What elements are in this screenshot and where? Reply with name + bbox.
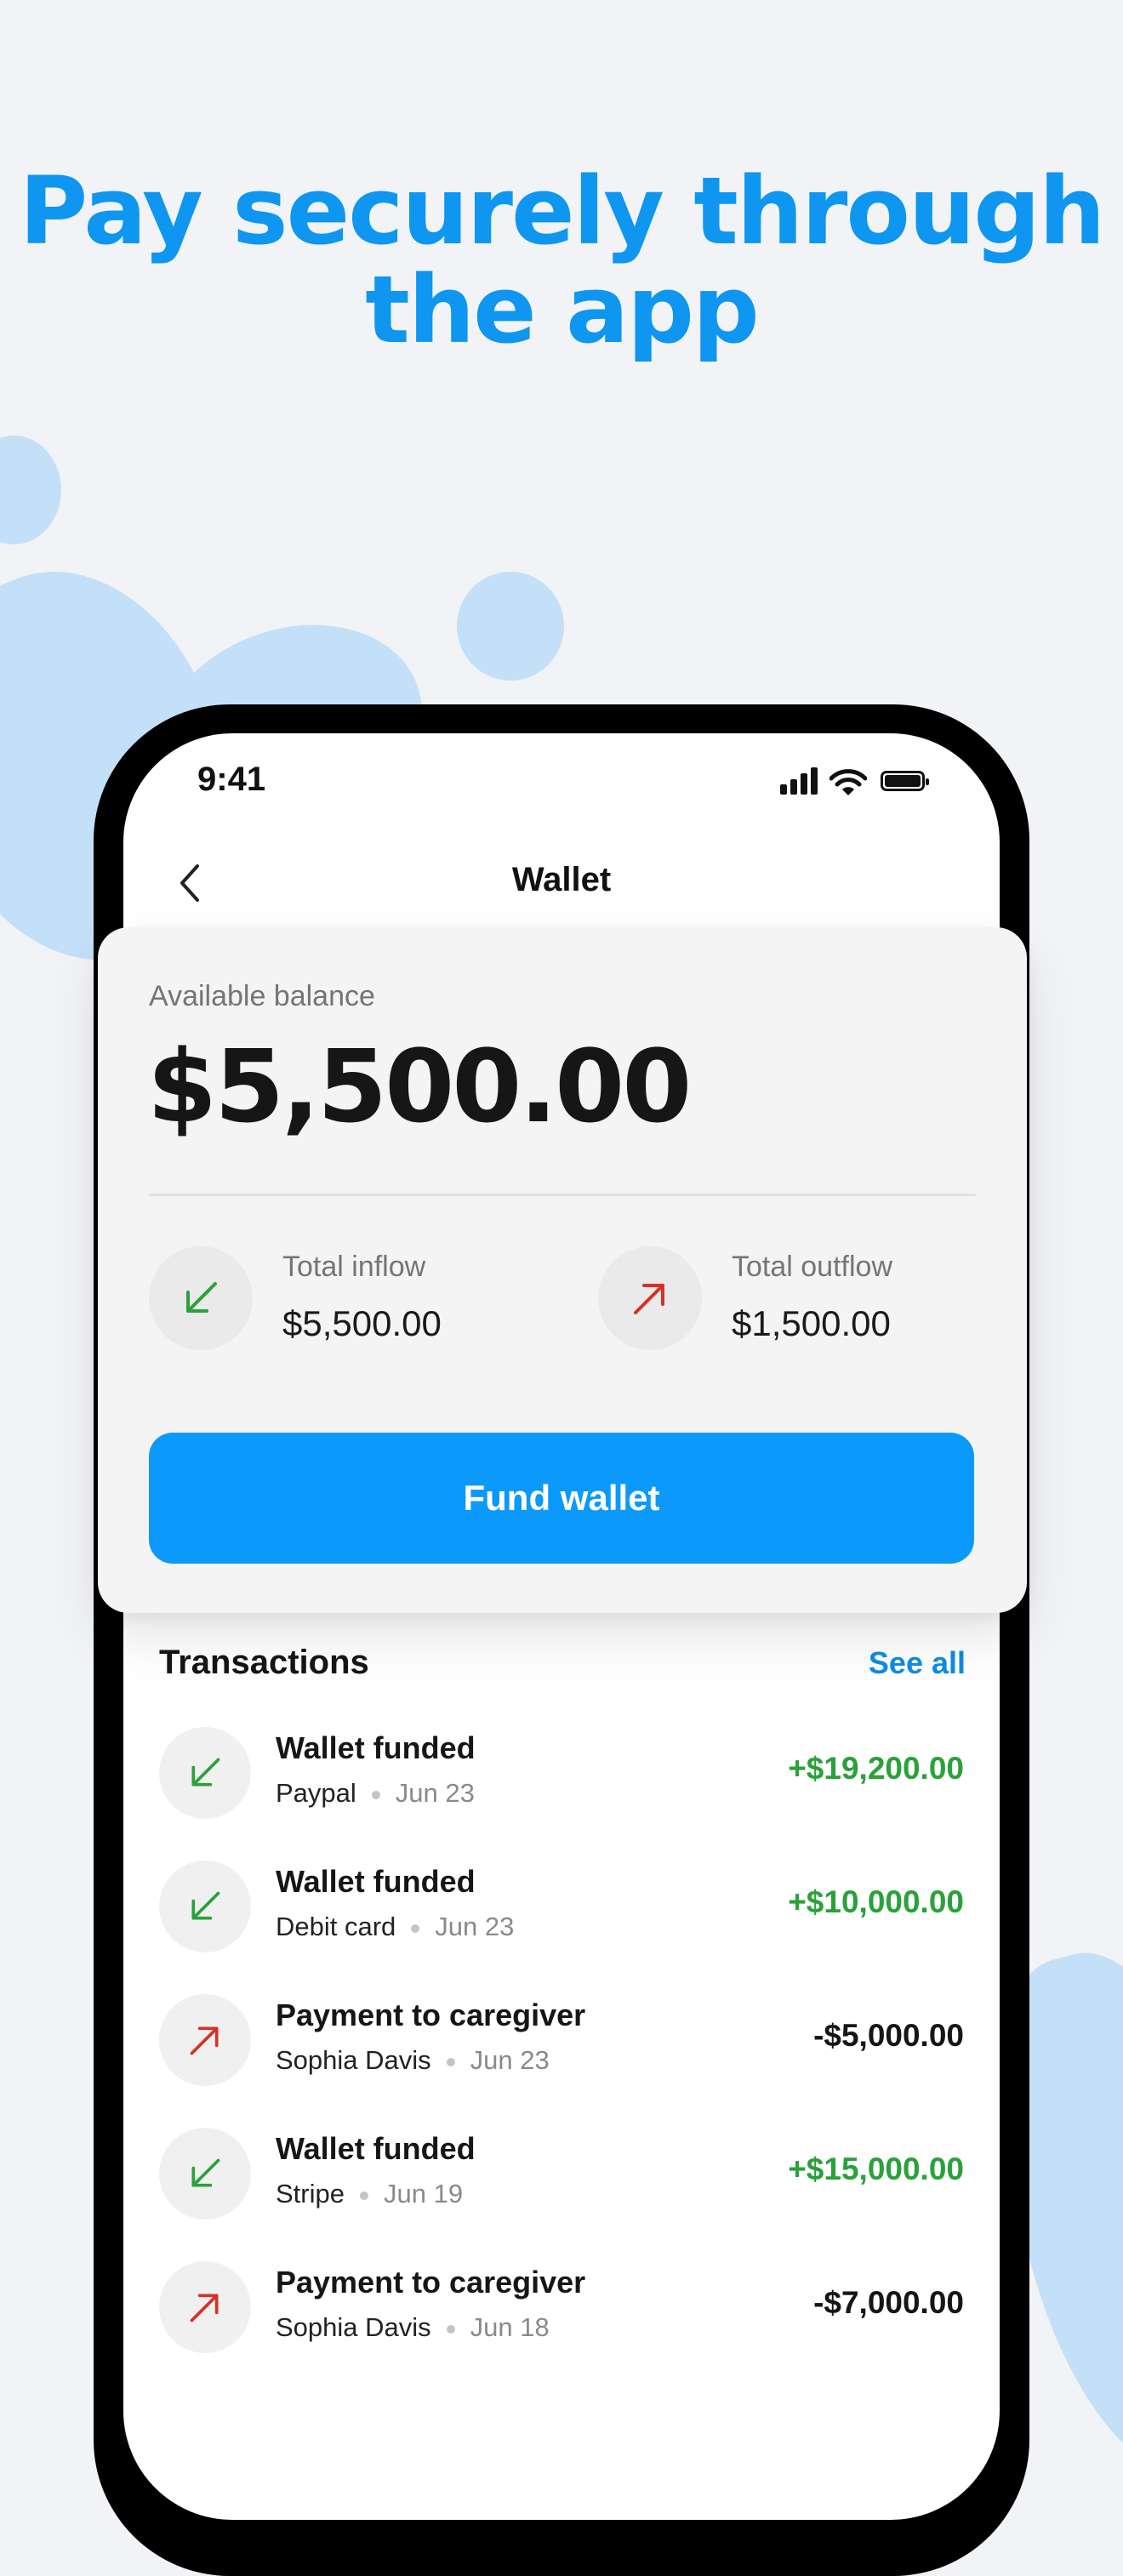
transaction-row[interactable]: Wallet funded Stripe Jun 19 +$15,000.00 xyxy=(123,2128,1000,2261)
transaction-meta: Sophia Davis Jun 18 xyxy=(276,2312,550,2343)
transaction-row[interactable]: Payment to caregiver Sophia Davis Jun 18 -$… xyxy=(123,2261,1000,2395)
transaction-date: Jun 23 xyxy=(435,1912,515,1941)
transaction-amount: +$19,200.00 xyxy=(788,1751,964,1786)
transaction-row[interactable]: Payment to caregiver Sophia Davis Jun 23 -$… xyxy=(123,1994,1000,2128)
transaction-source: Paypal xyxy=(276,1778,356,1808)
total-outflow-label: Total outflow xyxy=(732,1251,892,1283)
page-title: Wallet xyxy=(511,861,612,898)
arrow-down-left-icon xyxy=(191,1758,220,1787)
headline: Pay securely through the app xyxy=(0,162,1123,359)
transaction-icon xyxy=(159,1861,251,1952)
transaction-date: Jun 23 xyxy=(470,2045,550,2075)
divider xyxy=(149,1194,976,1196)
transaction-source: Sophia Davis xyxy=(276,2045,431,2075)
see-all-link[interactable]: See all xyxy=(869,1645,966,1681)
transaction-amount: +$10,000.00 xyxy=(788,1884,964,1919)
transaction-amount: -$7,000.00 xyxy=(813,2285,964,2320)
transaction-icon xyxy=(159,1727,251,1819)
wifi-icon xyxy=(829,769,867,795)
transaction-title: Wallet funded xyxy=(276,1730,476,1765)
arrow-up-right-icon xyxy=(190,2026,219,2055)
separator-dot xyxy=(359,2191,368,2200)
separator-dot xyxy=(371,1790,380,1799)
arrow-down-left-icon xyxy=(186,1282,217,1313)
inflow-icon xyxy=(149,1246,253,1350)
status-time: 9:41 xyxy=(197,761,266,798)
transaction-date: Jun 19 xyxy=(383,2179,464,2208)
battery-icon xyxy=(881,771,929,791)
transaction-amount: +$15,000.00 xyxy=(788,2151,964,2186)
transaction-source: Stripe xyxy=(276,2179,345,2208)
transaction-row[interactable]: Wallet funded Debit card Jun 23 +$10,000.00 xyxy=(123,1861,1000,1994)
separator-dot xyxy=(446,2324,455,2334)
arrow-down-left-icon xyxy=(191,1891,220,1920)
arrow-up-right-icon xyxy=(190,2294,219,2322)
transaction-title: Wallet funded xyxy=(276,1864,476,1899)
cellular-signal-icon xyxy=(780,767,819,796)
transactions-list: Wallet funded Paypal Jun 23 +$19,200.00 Wall… xyxy=(123,1727,1000,2395)
headline-line-1: Pay securely through xyxy=(19,157,1106,265)
transaction-date: Jun 23 xyxy=(395,1778,475,1808)
fund-wallet-button[interactable]: Fund wallet xyxy=(149,1433,974,1564)
transaction-meta: Stripe Jun 19 xyxy=(276,2179,463,2209)
transaction-icon xyxy=(159,2128,251,2220)
total-inflow-value: $5,500.00 xyxy=(282,1303,442,1343)
balance-card: Available balance $5,500.00 Total inflow… xyxy=(98,927,1027,1613)
outflow-icon xyxy=(598,1246,702,1350)
transaction-meta: Debit card Jun 23 xyxy=(276,1912,514,1942)
transaction-meta: Paypal Jun 23 xyxy=(276,1778,475,1809)
total-outflow-value: $1,500.00 xyxy=(732,1303,891,1343)
separator-dot xyxy=(446,2057,455,2066)
headline-line-2: the app xyxy=(365,255,760,364)
transactions-header: Transactions xyxy=(159,1644,369,1681)
arrow-up-right-icon xyxy=(634,1284,664,1314)
transaction-date: Jun 18 xyxy=(470,2312,550,2342)
balance-amount: $5,500.00 xyxy=(147,1028,692,1145)
transaction-title: Payment to caregiver xyxy=(276,2265,586,2300)
transaction-icon xyxy=(159,1994,251,2086)
decorative-circle xyxy=(0,436,61,544)
transaction-title: Payment to caregiver xyxy=(276,1998,586,2032)
decorative-circle xyxy=(457,572,564,681)
transaction-row[interactable]: Wallet funded Paypal Jun 23 +$19,200.00 xyxy=(123,1727,1000,1861)
separator-dot xyxy=(411,1923,420,1933)
transaction-icon xyxy=(159,2261,251,2353)
transaction-amount: -$5,000.00 xyxy=(813,2018,964,2053)
arrow-down-left-icon xyxy=(191,2158,220,2187)
status-icons xyxy=(780,767,933,796)
transaction-source: Debit card xyxy=(276,1912,396,1941)
transaction-title: Wallet funded xyxy=(276,2131,476,2166)
transaction-meta: Sophia Davis Jun 23 xyxy=(276,2045,550,2076)
balance-label: Available balance xyxy=(149,980,375,1012)
transaction-source: Sophia Davis xyxy=(276,2312,431,2342)
total-inflow-label: Total inflow xyxy=(282,1251,426,1283)
